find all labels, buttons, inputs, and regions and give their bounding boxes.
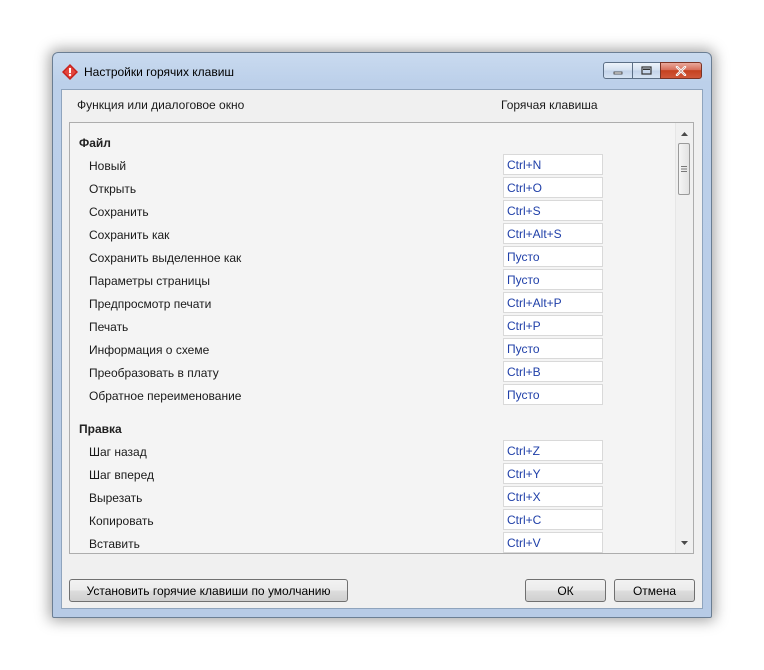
hotkey-list-content: Файл Новый Ctrl+N Открыть Ctrl+O Сохрани… <box>70 123 676 553</box>
hotkey-field[interactable]: Ctrl+P <box>503 315 603 336</box>
list-item-label: Преобразовать в плату <box>89 366 219 380</box>
scroll-down-button[interactable] <box>676 534 693 551</box>
title-bar[interactable]: Настройки горячих клавиш <box>53 53 711 89</box>
caption-buttons <box>603 62 702 80</box>
hotkey-field[interactable]: Ctrl+Alt+P <box>503 292 603 313</box>
list-item-label: Шаг назад <box>89 445 147 459</box>
hotkey-field[interactable]: Пусто <box>503 338 603 359</box>
close-button[interactable] <box>660 62 702 79</box>
section-title-file: Файл <box>79 136 111 150</box>
minimize-button[interactable] <box>603 62 633 79</box>
hotkey-field[interactable]: Ctrl+B <box>503 361 603 382</box>
scroll-up-button[interactable] <box>676 125 693 142</box>
arrow-up-icon <box>681 131 688 136</box>
hotkey-list[interactable]: Файл Новый Ctrl+N Открыть Ctrl+O Сохрани… <box>69 122 694 554</box>
hotkey-field[interactable]: Ctrl+S <box>503 200 603 221</box>
list-item-label: Печать <box>89 320 129 334</box>
list-item-label: Открыть <box>89 182 137 196</box>
close-icon <box>675 65 687 76</box>
hotkey-field[interactable]: Ctrl+Alt+S <box>503 223 603 244</box>
list-item-label: Сохранить <box>89 205 149 219</box>
window-title: Настройки горячих клавиш <box>84 65 235 79</box>
reset-defaults-button[interactable]: Установить горячие клавиши по умолчанию <box>69 579 348 602</box>
list-item-label: Сохранить выделенное как <box>89 251 242 265</box>
list-item-label: Вырезать <box>89 491 143 505</box>
hotkey-field[interactable]: Пусто <box>503 246 603 267</box>
hotkey-field[interactable]: Ctrl+X <box>503 486 603 507</box>
app-logo-icon <box>62 64 78 80</box>
list-item-label: Вставить <box>89 537 140 551</box>
cancel-button[interactable]: Отмена <box>614 579 695 602</box>
list-item-label: Новый <box>89 159 127 173</box>
list-item-label: Сохранить как <box>89 228 170 242</box>
dialog-body: Функция или диалоговое окно Горячая клав… <box>61 89 703 609</box>
hotkey-field[interactable]: Ctrl+C <box>503 509 603 530</box>
ok-button[interactable]: ОК <box>525 579 606 602</box>
maximize-button[interactable] <box>632 62 661 79</box>
vertical-scrollbar[interactable] <box>675 123 693 553</box>
maximize-icon <box>641 66 652 75</box>
arrow-down-icon <box>681 540 688 545</box>
scroll-thumb[interactable] <box>678 143 690 195</box>
minimize-icon <box>613 71 623 74</box>
hotkey-field[interactable]: Пусто <box>503 384 603 405</box>
list-item-label: Обратное переименование <box>89 389 242 403</box>
list-item-label: Информация о схеме <box>89 343 210 357</box>
grip-icon <box>681 166 687 172</box>
hotkey-field[interactable]: Ctrl+Y <box>503 463 603 484</box>
section-title-edit: Правка <box>79 422 122 436</box>
list-item-label: Шаг вперед <box>89 468 155 482</box>
hotkey-settings-dialog: Настройки горячих клавиш Функция или диа… <box>52 52 712 618</box>
hotkey-field[interactable]: Ctrl+N <box>503 154 603 175</box>
column-header-function: Функция или диалоговое окно <box>77 98 245 112</box>
hotkey-field[interactable]: Пусто <box>503 269 603 290</box>
hotkey-field[interactable]: Ctrl+Z <box>503 440 603 461</box>
list-item-label: Параметры страницы <box>89 274 210 288</box>
list-item-label: Копировать <box>89 514 154 528</box>
hotkey-field[interactable]: Ctrl+V <box>503 532 603 553</box>
hotkey-field[interactable]: Ctrl+O <box>503 177 603 198</box>
list-item-label: Предпросмотр печати <box>89 297 212 311</box>
column-header-hotkey: Горячая клавиша <box>501 98 598 112</box>
